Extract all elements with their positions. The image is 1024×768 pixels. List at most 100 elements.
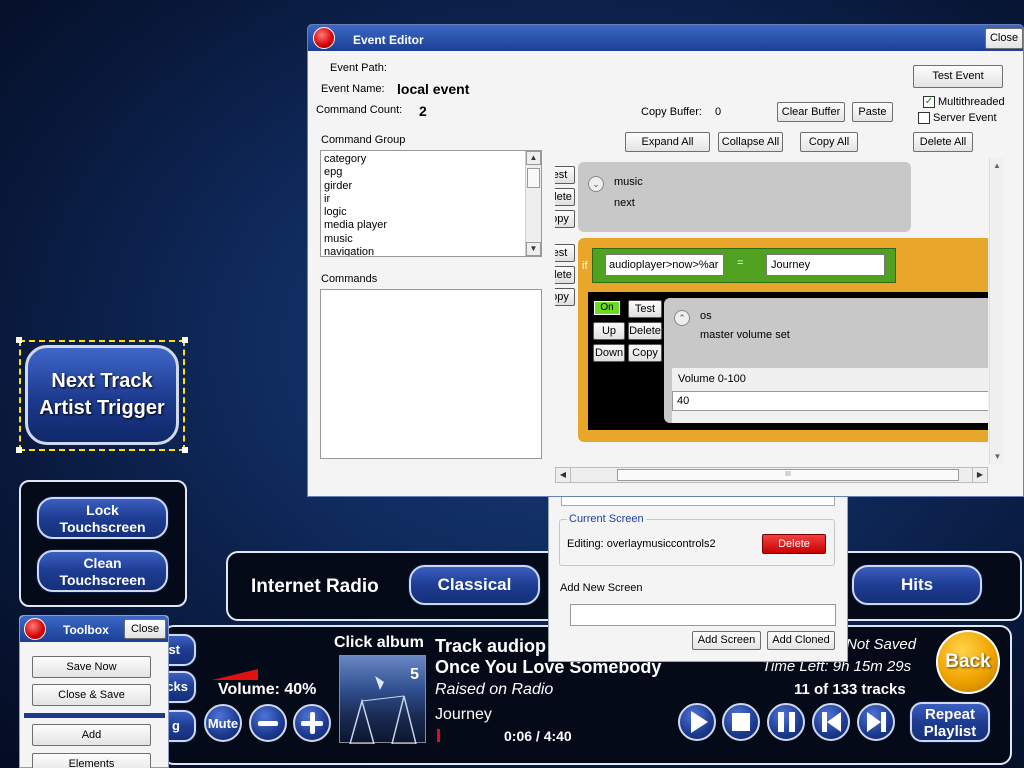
event-editor-close-button[interactable]: Close xyxy=(985,28,1023,49)
command-group-item[interactable]: epg xyxy=(324,166,342,178)
scroll-up-icon[interactable]: ▲ xyxy=(526,151,541,165)
command-group-item[interactable]: navigation xyxy=(324,246,374,256)
cmd3-test-button[interactable]: Test xyxy=(628,300,662,318)
pause-icon xyxy=(777,712,795,732)
if-block[interactable]: if audioplayer>now>%ar = Journey On Test… xyxy=(578,238,988,442)
cmd1-test-button[interactable]: est xyxy=(555,166,575,184)
cmd3-delete-button[interactable]: Delete xyxy=(628,322,662,340)
volume-label: Volume: 40% xyxy=(218,681,317,698)
then-block: On Test Up Delete Down Copy ⌃ os master … xyxy=(588,292,988,430)
cmd1-name: next xyxy=(614,197,635,209)
delete-all-button[interactable]: Delete All xyxy=(913,132,973,152)
command-group-item[interactable]: media player xyxy=(324,219,387,231)
volume-down-button[interactable] xyxy=(249,704,287,742)
hscroll-right-icon[interactable]: ▶ xyxy=(972,468,987,482)
clean-touchscreen-button[interactable]: Clean Touchscreen xyxy=(37,550,168,592)
repeat-playlist-button[interactable]: Repeat Playlist xyxy=(910,702,990,742)
on-toggle[interactable]: On xyxy=(594,301,620,315)
selection-handle[interactable] xyxy=(182,447,188,453)
volume-ramp-icon xyxy=(212,669,258,680)
next-button[interactable] xyxy=(857,703,895,741)
progress-marker xyxy=(437,729,440,742)
add-screen-button[interactable]: Add Screen xyxy=(692,631,761,650)
add-button[interactable]: Add xyxy=(32,724,151,746)
album-art[interactable]: 5 xyxy=(339,655,426,745)
toolbox-title: Toolbox xyxy=(63,623,109,637)
multithreaded-checkbox[interactable]: ✓ xyxy=(923,96,935,108)
hits-button[interactable]: Hits xyxy=(852,565,982,605)
delete-screen-button[interactable]: Delete xyxy=(762,534,826,554)
command-group-item[interactable]: logic xyxy=(324,206,347,218)
commands-list[interactable] xyxy=(320,289,542,459)
lock-line2: Touchscreen xyxy=(59,519,146,535)
paste-button[interactable]: Paste xyxy=(852,102,893,122)
cmd3-up-button[interactable]: Up xyxy=(593,322,625,340)
copy-all-button[interactable]: Copy All xyxy=(800,132,858,152)
cmd1-block[interactable]: ⌄ music next xyxy=(578,162,911,232)
canvas-vscrollbar[interactable]: ▲ ▼ xyxy=(989,158,1004,464)
elements-button[interactable]: Elements xyxy=(32,753,151,768)
selection-handle[interactable] xyxy=(16,447,22,453)
cmd2-params: Volume 0-100 40 xyxy=(672,368,988,423)
expand-all-button[interactable]: Expand All xyxy=(625,132,710,152)
cmd1-collapse-icon[interactable]: ⌄ xyxy=(588,176,604,192)
volume-up-button[interactable] xyxy=(293,704,331,742)
command-group-list[interactable]: category epg girder ir logic media playe… xyxy=(320,150,542,257)
selection-handle[interactable] xyxy=(182,337,188,343)
selection-handle[interactable] xyxy=(16,337,22,343)
add-new-screen-input[interactable] xyxy=(570,604,836,626)
mute-button[interactable]: Mute xyxy=(204,704,242,742)
album-name: Raised on Radio xyxy=(435,681,554,698)
command-group-scrollbar[interactable]: ▲ ▼ xyxy=(525,151,541,256)
back-button[interactable]: Back xyxy=(936,630,1000,694)
clear-buffer-button[interactable]: Clear Buffer xyxy=(777,102,845,122)
save-now-button[interactable]: Save Now xyxy=(32,656,151,678)
canvas-hscrollbar[interactable]: ◀ III ▶ xyxy=(555,467,988,483)
vscroll-up-icon[interactable]: ▲ xyxy=(990,158,1004,173)
toolbox-window: Toolbox Close Save Now Close & Save Add … xyxy=(19,615,169,768)
classical-button[interactable]: Classical xyxy=(409,565,540,605)
cmd2-copy-button[interactable]: opy xyxy=(555,288,575,306)
condition-right-input[interactable]: Journey xyxy=(766,254,885,276)
command-group-item[interactable]: ir xyxy=(324,193,330,205)
server-event-checkbox[interactable] xyxy=(918,112,930,124)
previous-icon xyxy=(821,712,841,732)
cmd3-down-button[interactable]: Down xyxy=(593,344,625,362)
previous-button[interactable] xyxy=(812,703,850,741)
toolbox-close-ball-icon[interactable] xyxy=(24,618,46,640)
cmd2-delete-button[interactable]: elete xyxy=(555,266,575,284)
scroll-down-icon[interactable]: ▼ xyxy=(526,242,541,256)
toolbox-close-button[interactable]: Close xyxy=(124,619,166,639)
param-input[interactable]: 40 xyxy=(672,391,988,411)
next-track-artist-trigger-button[interactable]: Next Track Artist Trigger xyxy=(25,345,179,445)
next-icon xyxy=(866,712,886,732)
cmd3-copy-button[interactable]: Copy xyxy=(628,344,662,362)
event-canvas: est elete opy ⌄ music next est elete opy… xyxy=(555,158,988,463)
stop-button[interactable] xyxy=(722,703,760,741)
pause-button[interactable] xyxy=(767,703,805,741)
cmd1-delete-button[interactable]: elete xyxy=(555,188,575,206)
hscroll-thumb[interactable]: III xyxy=(617,469,959,481)
command-group-item[interactable]: music xyxy=(324,233,353,245)
command-group-item[interactable]: girder xyxy=(324,180,352,192)
event-editor-ball-icon[interactable] xyxy=(313,27,335,49)
editing-label: Editing: overlaymusiccontrols2 xyxy=(567,538,716,550)
cmd2-block[interactable]: ⌃ os master volume set Volume 0-100 40 xyxy=(664,298,988,423)
collapse-all-button[interactable]: Collapse All xyxy=(718,132,783,152)
cmd2-collapse-icon[interactable]: ⌃ xyxy=(674,310,690,326)
trigger-line2: Artist Trigger xyxy=(39,397,165,419)
condition-left-input[interactable]: audioplayer>now>%ar xyxy=(605,254,724,276)
test-event-button[interactable]: Test Event xyxy=(913,65,1003,88)
add-cloned-button[interactable]: Add Cloned xyxy=(767,631,835,650)
command-group-item[interactable]: category xyxy=(324,153,366,165)
album-badge: 5 xyxy=(410,666,419,683)
cmd1-copy-button[interactable]: opy xyxy=(555,210,575,228)
close-and-save-button[interactable]: Close & Save xyxy=(32,684,151,706)
cmd2-test-button[interactable]: est xyxy=(555,244,575,262)
hscroll-left-icon[interactable]: ◀ xyxy=(556,468,571,482)
vscroll-down-icon[interactable]: ▼ xyxy=(990,449,1005,464)
toolbox-divider xyxy=(24,713,165,718)
lock-touchscreen-button[interactable]: Lock Touchscreen xyxy=(37,497,168,539)
play-button[interactable] xyxy=(678,703,716,741)
scroll-thumb[interactable] xyxy=(527,168,540,188)
